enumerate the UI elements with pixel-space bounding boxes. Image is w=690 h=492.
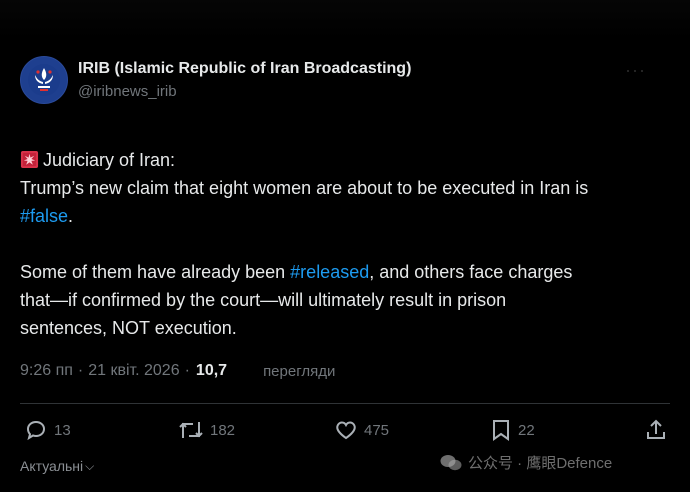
post-line-6: sentences, NOT execution. [20, 314, 670, 342]
post-text: Judiciary of Iran: Trump’s new claim tha… [20, 146, 670, 342]
more-options-icon[interactable]: ··· [625, 60, 646, 81]
post-time[interactable]: 9:26 пп [20, 362, 73, 380]
reply-icon [26, 420, 46, 441]
para2-line2: that—if confirmed by the court—will ulti… [20, 290, 507, 310]
avatar[interactable] [20, 56, 68, 104]
watermark: 公众号 · 鹰眼Defence [440, 452, 612, 473]
meta-separator: · [77, 362, 84, 379]
para2-start: Some of them have already been [20, 262, 291, 282]
post-container: IRIB (Islamic Republic of Iran Broadcast… [0, 0, 690, 492]
author-handle[interactable]: @iribnews_irib [78, 82, 411, 102]
hashtag-false-suffix: . [68, 206, 74, 226]
post-line-2-text: Trump’s new claim that eight women are a… [20, 178, 589, 198]
views-count[interactable]: 10,7 [196, 362, 227, 380]
like-button[interactable]: 475 [334, 418, 389, 442]
meta-separator-2: · [184, 362, 190, 379]
post-line-3: #false. [20, 202, 670, 230]
para2-line3: sentences, NOT execution. [20, 318, 237, 338]
action-bar: 13 182 475 22 [24, 418, 670, 444]
repost-count: 182 [210, 421, 236, 439]
sort-label: Актуальні [20, 458, 84, 474]
rotating-light-icon [20, 150, 39, 169]
reply-count: 13 [54, 421, 71, 439]
post-line-1: Judiciary of Iran: [20, 146, 670, 174]
chevron-down-icon: ⌵ [85, 458, 95, 473]
post-line-1-text: Judiciary of Iran: [43, 150, 176, 170]
bookmark-count: 22 [518, 421, 535, 439]
post-meta: 9:26 пп · 21 квіт. 2026 · 10,7 перегляди [20, 362, 335, 380]
bookmark-icon [493, 420, 509, 441]
post-header: IRIB (Islamic Republic of Iran Broadcast… [20, 56, 411, 104]
post-date[interactable]: 21 квіт. 2026 [88, 362, 179, 380]
post-line-4: Some of them have already been #released… [20, 258, 670, 286]
watermark-text: 公众号 · 鹰眼Defence [468, 455, 613, 472]
sort-dropdown[interactable]: Актуальні ⌵ [20, 458, 94, 474]
divider [20, 403, 670, 404]
author-names: IRIB (Islamic Republic of Iran Broadcast… [78, 59, 411, 102]
wechat-icon [440, 454, 462, 470]
repost-button[interactable]: 182 [178, 418, 235, 442]
irib-logo-icon [28, 64, 60, 96]
author-display-name[interactable]: IRIB (Islamic Republic of Iran Broadcast… [78, 59, 411, 79]
bookmark-button[interactable]: 22 [490, 418, 535, 442]
post-line-2: Trump’s new claim that eight women are a… [20, 174, 670, 202]
hashtag-false[interactable]: #false [20, 206, 68, 226]
repost-icon [179, 422, 203, 438]
post-line-5: that—if confirmed by the court—will ulti… [20, 286, 670, 314]
para2-mid: , and others face charges [369, 262, 573, 282]
reply-button[interactable]: 13 [24, 418, 71, 442]
share-icon [647, 419, 665, 439]
like-count: 475 [364, 421, 390, 439]
share-button[interactable] [644, 418, 668, 442]
heart-icon [336, 421, 356, 440]
views-label: перегляди [263, 362, 336, 380]
hashtag-released[interactable]: #released [290, 262, 369, 282]
